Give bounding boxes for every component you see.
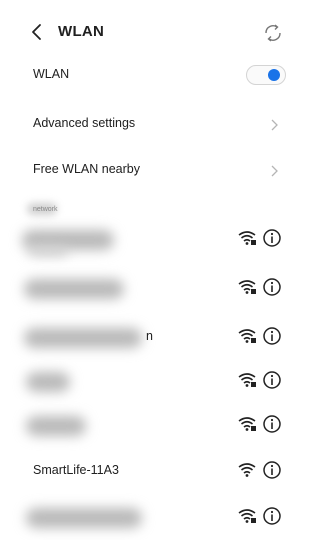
wlan-toggle-row[interactable]: WLAN: [0, 53, 286, 99]
network-row[interactable]: [0, 494, 282, 540]
network-row[interactable]: n: [0, 314, 282, 360]
refresh-icon[interactable]: [262, 22, 284, 44]
wifi-lock-icon: [238, 509, 256, 523]
network-row[interactable]: SmartLife-11A3: [0, 448, 282, 494]
wifi-lock-icon: [238, 231, 256, 245]
info-icon[interactable]: [262, 228, 282, 248]
wifi-icon: [238, 463, 256, 477]
network-row[interactable]: [0, 265, 282, 311]
network-row[interactable]: [0, 216, 282, 262]
wifi-lock-icon: [238, 280, 256, 294]
wifi-lock-icon: [238, 329, 256, 343]
chevron-right-icon: [271, 119, 278, 131]
info-icon[interactable]: [262, 414, 282, 434]
free-wlan-nearby-row[interactable]: Free WLAN nearby: [0, 148, 279, 194]
top-bar: WLAN: [0, 14, 281, 50]
wifi-lock-icon: [238, 417, 256, 431]
blurred-network-name: [26, 372, 70, 392]
blurred-network-name: [24, 328, 142, 348]
network-row[interactable]: [0, 402, 282, 448]
free-wlan-nearby-label: Free WLAN nearby: [33, 162, 140, 176]
advanced-settings-label: Advanced settings: [33, 116, 136, 130]
wlan-toggle[interactable]: [246, 65, 286, 85]
info-icon[interactable]: [262, 370, 282, 390]
network-name: n: [146, 329, 153, 343]
page-title: WLAN: [58, 23, 105, 40]
info-icon[interactable]: [262, 277, 282, 297]
wlan-label: WLAN: [33, 67, 70, 81]
blurred-network-name: [26, 508, 142, 528]
network-row[interactable]: [0, 358, 282, 404]
network-name: SmartLife-11A3: [33, 463, 119, 477]
back-arrow-icon[interactable]: [28, 22, 46, 42]
wifi-lock-icon: [238, 373, 256, 387]
chevron-right-icon: [271, 165, 278, 177]
advanced-settings-row[interactable]: Advanced settings: [0, 102, 279, 148]
blurred-network-name: [24, 279, 124, 299]
info-icon[interactable]: [262, 326, 282, 346]
blurred-network-name: [26, 416, 86, 436]
info-icon[interactable]: [262, 506, 282, 526]
info-icon[interactable]: [262, 460, 282, 480]
toggle-knob: [268, 69, 280, 81]
section-header: network: [33, 206, 58, 213]
blurred-network-status: [28, 246, 68, 256]
